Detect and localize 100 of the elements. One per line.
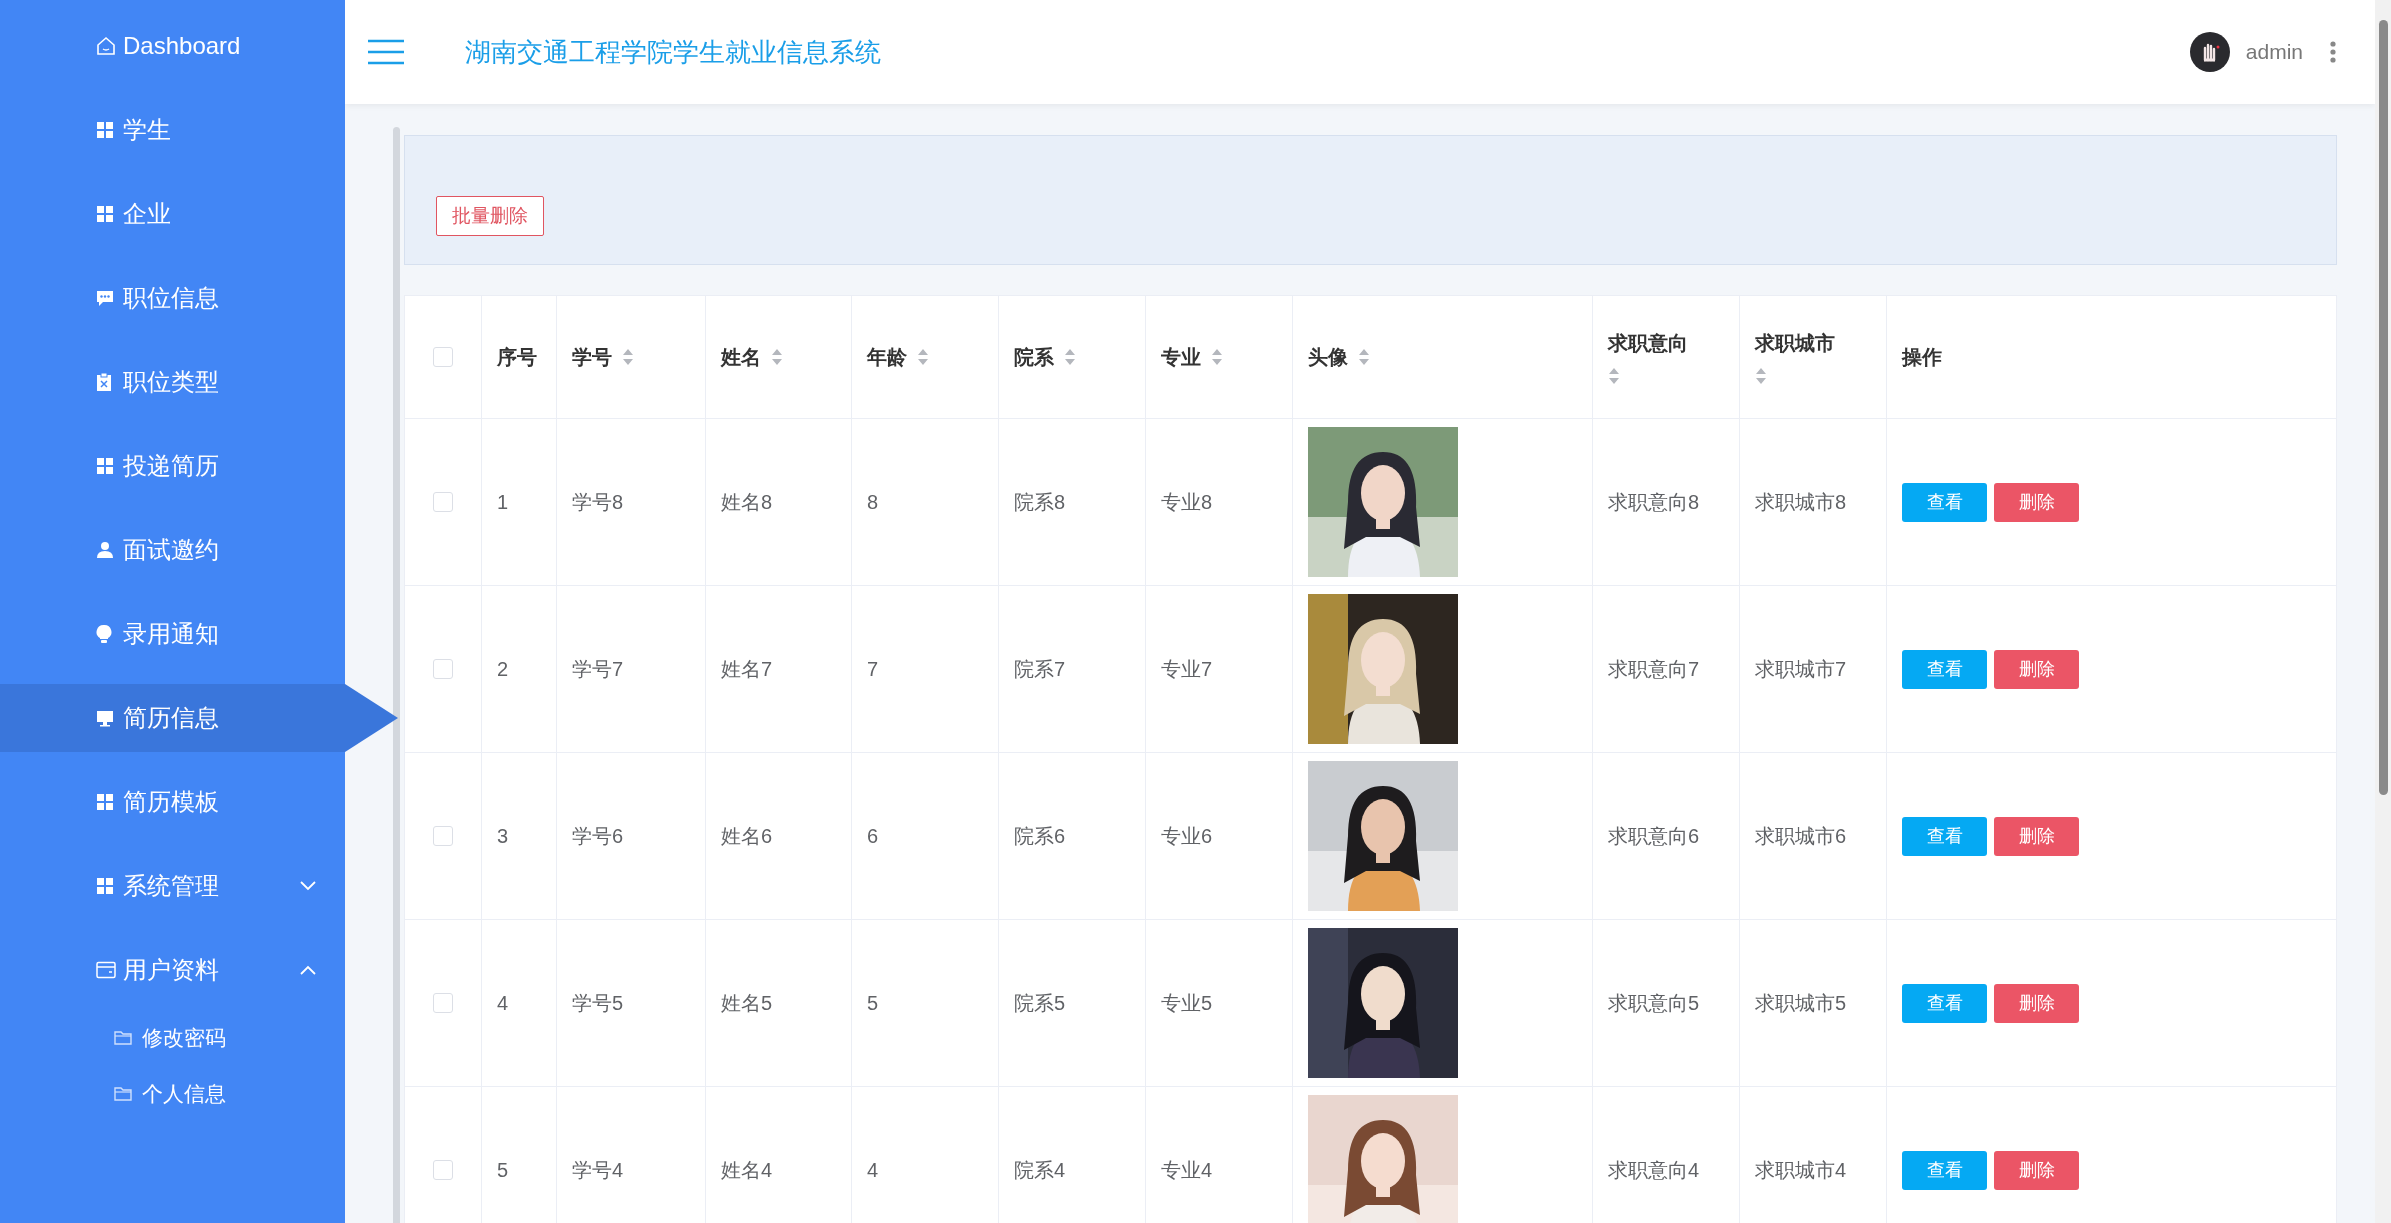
delete-button[interactable]: 删除 [1994,983,2079,1023]
row-checkbox[interactable] [433,492,453,512]
sidebar-subitem[interactable]: 修改密码 [0,1016,345,1060]
table-cell-text: 专业5 [1161,990,1213,1016]
delete-button[interactable]: 删除 [1994,1150,2079,1190]
column-header[interactable]: 求职意向 [1608,329,1708,385]
column-header[interactable]: 专业 [1161,343,1223,371]
table-cell: 4 [497,991,509,1015]
row-checkbox[interactable] [433,659,453,679]
view-button[interactable]: 查看 [1902,649,1987,689]
column-header[interactable]: 院系 [1014,343,1076,371]
chevron-up-icon [299,964,317,976]
sidebar-item[interactable]: 职位类型 [0,348,345,416]
table-cell-text: 学号7 [572,656,624,682]
table-cell: 2 [497,657,509,681]
delete-button[interactable]: 删除 [1994,816,2079,856]
table-cell: 3 [497,824,509,848]
scrollbar[interactable] [2375,0,2391,1223]
sidebar-item[interactable]: 简历模板 [0,768,345,836]
sidebar-item[interactable]: 企业 [0,180,345,248]
sidebar-item[interactable]: 职位信息 [0,264,345,332]
clipboard-icon [96,372,112,392]
column-header[interactable]: 求职城市 [1755,329,1855,385]
sort-icon[interactable] [1358,348,1370,366]
sort-icon[interactable] [1211,348,1223,366]
table-cell-text: 专业6 [1161,823,1213,849]
column-header[interactable]: 学号 [572,343,634,371]
view-button[interactable]: 查看 [1902,983,1987,1023]
table-cell-text: 求职意向5 [1608,990,1700,1016]
chevron-down-icon [299,880,317,892]
sidebar-item[interactable]: 面试邀约 [0,516,345,584]
table-cell-text: 院系8 [1014,489,1066,515]
grid-icon [96,877,114,895]
sort-icon[interactable] [771,348,783,366]
view-button[interactable]: 查看 [1902,816,1987,856]
column-header[interactable]: 年龄 [867,343,929,371]
view-button[interactable]: 查看 [1902,482,1987,522]
row-checkbox[interactable] [433,1160,453,1180]
sidebar-item[interactable]: 投递简历 [0,432,345,500]
column-header[interactable]: 头像 [1308,343,1370,371]
sort-icon[interactable] [917,348,929,366]
table-cell-text: 学号6 [572,823,624,849]
sidebar-item[interactable]: 系统管理 [0,852,345,920]
sort-icon[interactable] [1064,348,1076,366]
grid-icon [96,121,114,139]
select-all-checkbox[interactable] [433,347,453,367]
sort-icon[interactable] [1755,366,1767,385]
table-cell-text: 求职意向8 [1608,489,1700,515]
row-checkbox[interactable] [433,993,453,1013]
grid-icon [96,205,114,223]
table-cell-text: 院系5 [1014,990,1066,1016]
table-cell-text: 求职城市4 [1755,1157,1847,1183]
table-cell-text: 院系7 [1014,656,1066,682]
sidebar-item[interactable]: 简历信息 [0,684,398,752]
person-icon [96,541,114,559]
table-cell-text: 专业4 [1161,1157,1213,1183]
sort-icon[interactable] [622,348,634,366]
table-cell: 1 [497,490,509,514]
table-cell: 6 [867,824,879,848]
more-vertical-icon[interactable] [2329,40,2337,64]
folder-icon [114,1087,132,1101]
table-cell-text: 专业8 [1161,489,1213,515]
delete-button[interactable]: 删除 [1994,649,2079,689]
delete-button[interactable]: 删除 [1994,482,2079,522]
table-cell-text: 学号8 [572,489,624,515]
table-cell: 4 [867,1158,879,1182]
table-cell-text: 求职意向4 [1608,1157,1700,1183]
sidebar-item[interactable]: 用户资料 [0,936,345,1004]
table-cell-text: 求职城市5 [1755,990,1847,1016]
table-cell-text: 求职意向7 [1608,656,1700,682]
table-cell-text: 学号4 [572,1157,624,1183]
sidebar-item[interactable]: 学生 [0,96,345,164]
monitor-icon [96,709,114,727]
row-checkbox[interactable] [433,826,453,846]
table-cell-text: 姓名5 [721,990,773,1016]
table-cell: 5 [867,991,879,1015]
sidebar-item[interactable]: 录用通知 [0,600,345,668]
sidebar-subitem[interactable]: 个人信息 [0,1072,345,1116]
home-icon [96,36,116,56]
table-cell-text: 姓名7 [721,656,773,682]
bulb-icon [96,624,112,644]
column-header[interactable]: 姓名 [721,343,783,371]
username[interactable]: admin [2245,40,2303,64]
scrollbar[interactable] [393,127,400,1223]
batch-delete-button[interactable]: 批量删除 [436,196,544,236]
menu-icon[interactable] [367,39,405,65]
column-header: 序号 [497,344,537,370]
table-cell-text: 专业7 [1161,656,1213,682]
sidebar-item[interactable]: Dashboard [0,12,345,80]
folder-icon [114,1031,132,1045]
avatar-icon[interactable] [2189,32,2230,72]
view-button[interactable]: 查看 [1902,1150,1987,1190]
wallet-icon [96,961,116,979]
column-header: 操作 [1902,344,1942,370]
table-cell-text: 姓名4 [721,1157,773,1183]
grid-icon [96,793,114,811]
table-cell-text: 姓名6 [721,823,773,849]
table-cell-text: 姓名8 [721,489,773,515]
table-cell: 7 [867,657,879,681]
sort-icon[interactable] [1608,366,1620,385]
